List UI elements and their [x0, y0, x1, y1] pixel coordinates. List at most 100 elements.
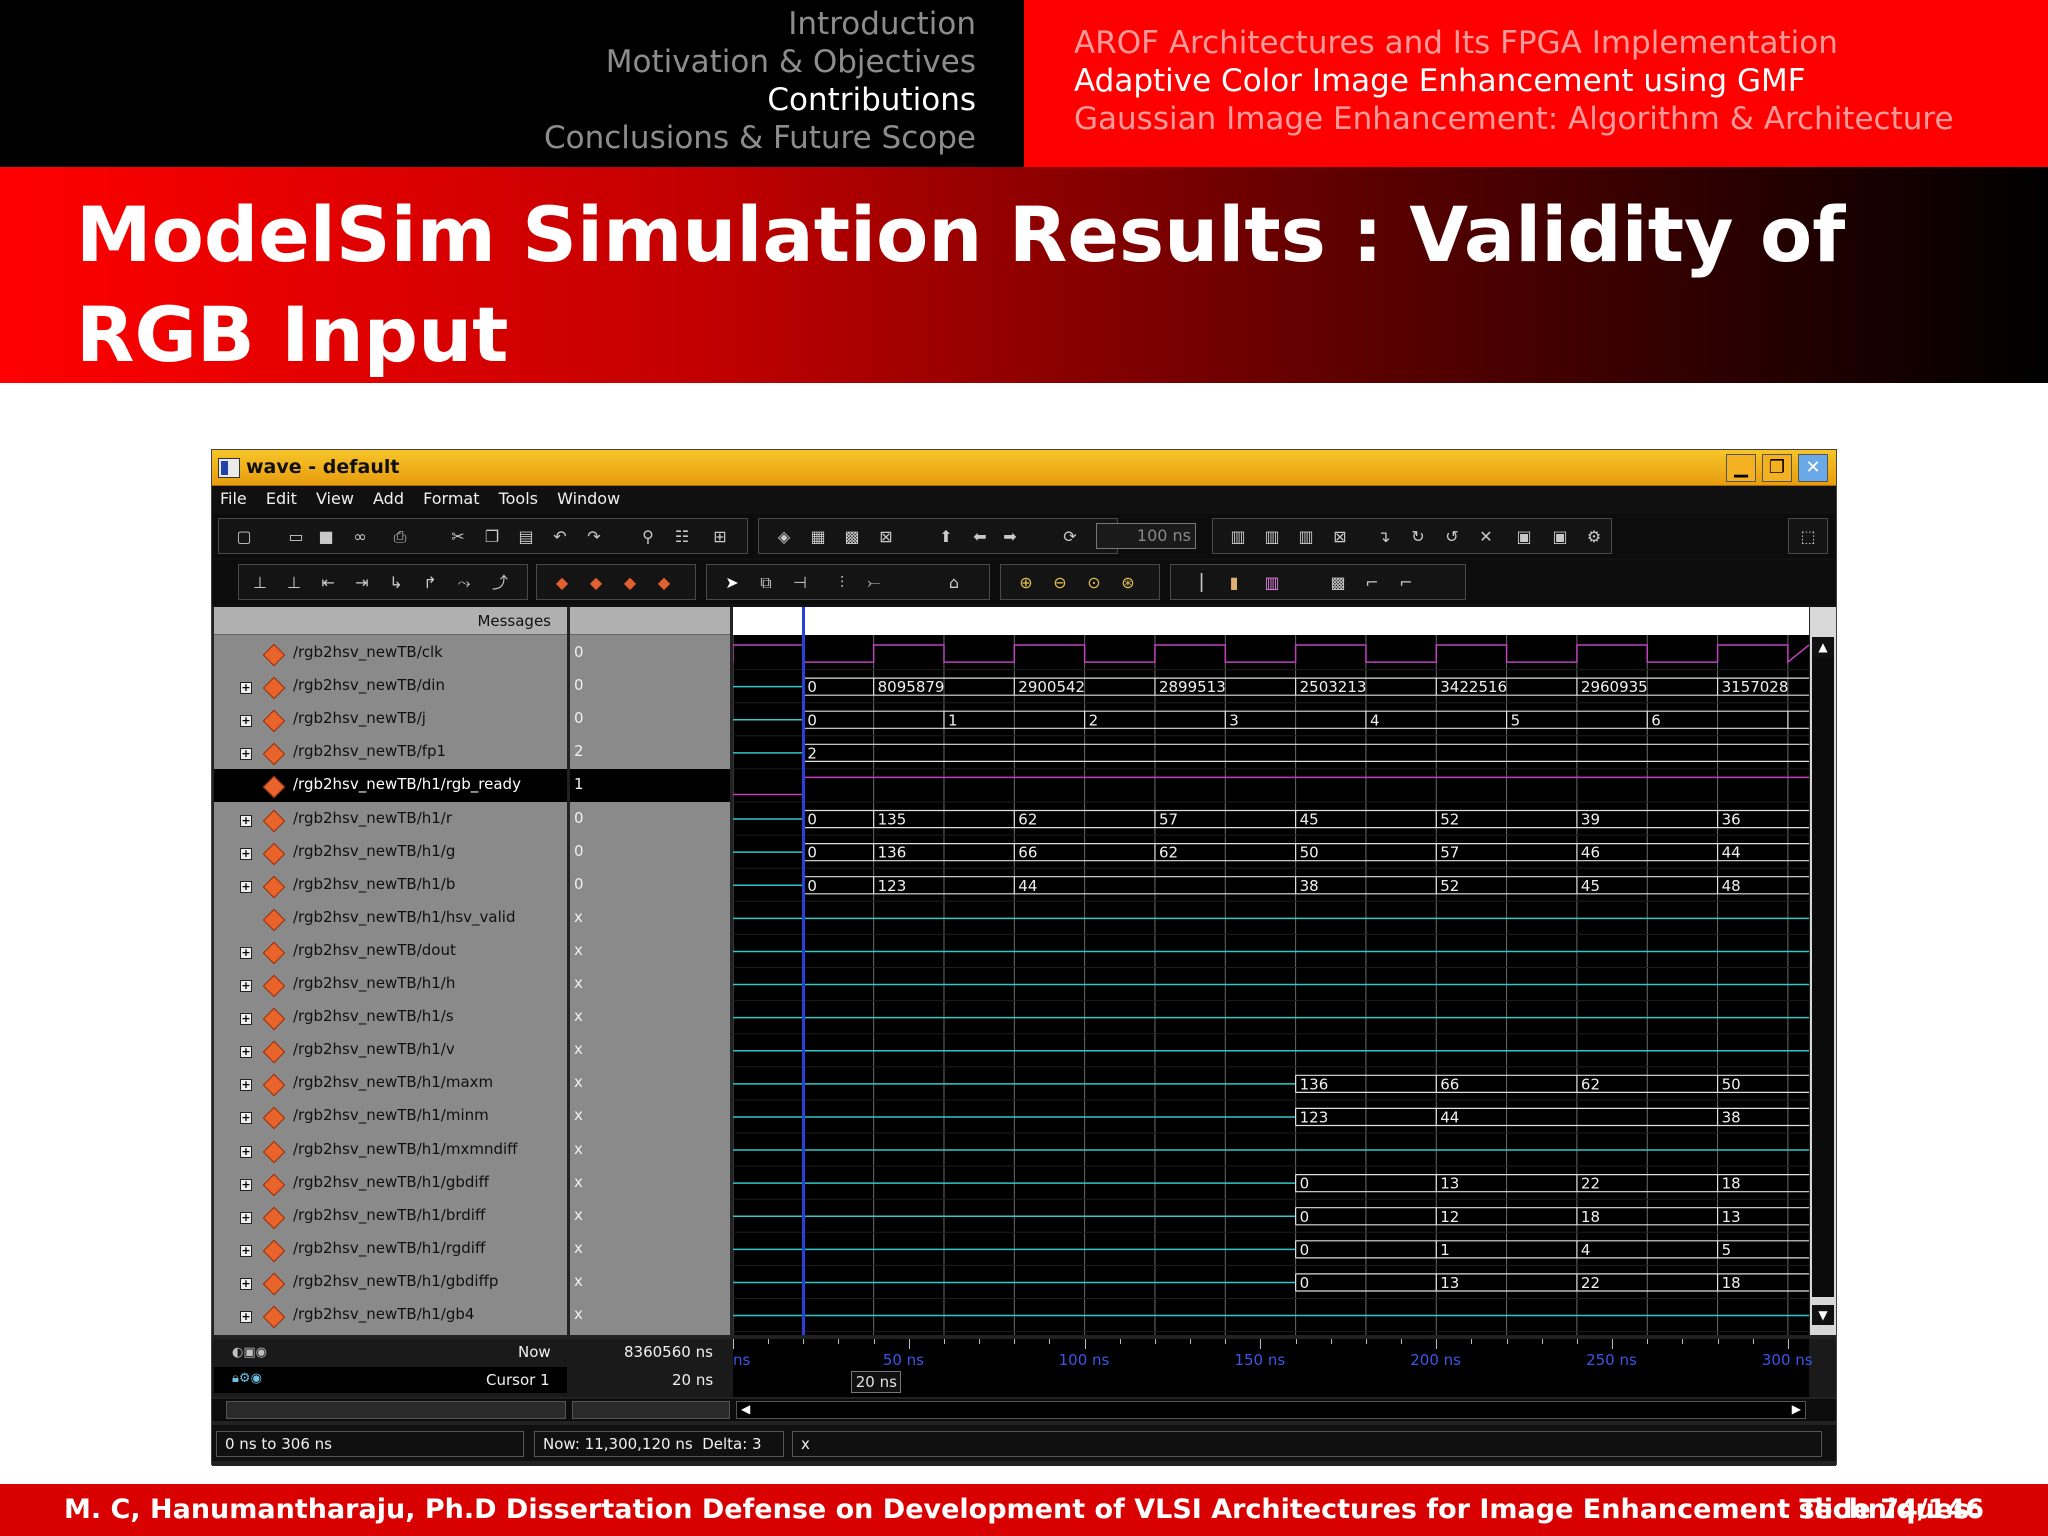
- signal-row[interactable]: + /rgb2hsv_newTB/h1/s: [214, 1001, 567, 1034]
- signal-row[interactable]: + /rgb2hsv_newTB/h1/gbdiff: [214, 1167, 567, 1200]
- signal-value-pane[interactable]: 00021000xxxxxxxxxxxxx: [570, 607, 730, 1335]
- wave-color-icon[interactable]: ▮: [1223, 573, 1245, 593]
- edge-style-alt-icon[interactable]: ⌐: [1395, 573, 1417, 593]
- signal-row[interactable]: + /rgb2hsv_newTB/din: [214, 670, 567, 703]
- grid-icon[interactable]: ▩: [1327, 573, 1349, 593]
- continue-icon[interactable]: ▥: [1261, 527, 1283, 547]
- signal-row[interactable]: + /rgb2hsv_newTB/h1/maxm: [214, 1067, 567, 1100]
- nav-subsection-gmf[interactable]: Adaptive Color Image Enhancement using G…: [1074, 62, 1806, 100]
- window-titlebar[interactable]: wave - default ▁ ❐ ✕: [212, 450, 1836, 486]
- run-icon[interactable]: ▥: [1227, 527, 1249, 547]
- scroll-down-button[interactable]: ▼: [1812, 1305, 1834, 1325]
- properties-icon[interactable]: ⌂: [943, 573, 965, 593]
- select-pointer-icon[interactable]: ➤: [721, 573, 743, 593]
- find-icon[interactable]: ⚲: [637, 527, 659, 547]
- wave-height-icon[interactable]: ▥: [1261, 573, 1283, 593]
- bookmark-next-icon[interactable]: ◆: [653, 573, 675, 593]
- expand-icon[interactable]: +: [240, 1079, 252, 1092]
- bookmark-add-icon[interactable]: ◆: [585, 573, 607, 593]
- nav-subsection-gaussian[interactable]: Gaussian Image Enhancement: Algorithm & …: [1074, 100, 1954, 138]
- dock-icon[interactable]: ⬚: [1797, 527, 1819, 547]
- waveform-canvas[interactable]: 0 8095879 2900542 2899513 2503213 3422516 2960…: [732, 607, 1810, 1335]
- value-pane-hscroll[interactable]: [572, 1401, 730, 1419]
- vertical-scrollbar[interactable]: ▲ ▼: [1810, 607, 1836, 1335]
- forward-arrow-icon[interactable]: ➡: [999, 527, 1021, 547]
- time-ruler[interactable]: 50 ns 100 ns 150 ns 200 ns 250 ns 300 ns ns 2…: [733, 1339, 1813, 1397]
- bookmark-prev-icon[interactable]: ◆: [619, 573, 641, 593]
- compile-icon[interactable]: ◈: [773, 527, 795, 547]
- signal-row[interactable]: + /rgb2hsv_newTB/dout: [214, 935, 567, 968]
- zoom-cursor-icon[interactable]: ⊛: [1117, 573, 1139, 593]
- expand-icon[interactable]: +: [240, 1112, 252, 1125]
- delete-cursor-icon[interactable]: ⊥: [283, 573, 305, 593]
- signal-row[interactable]: + /rgb2hsv_newTB/h1/b: [214, 869, 567, 902]
- expand-icon[interactable]: +: [240, 946, 252, 959]
- expand-icon[interactable]: +: [240, 1178, 252, 1191]
- cursor-time-box[interactable]: 20 ns: [851, 1371, 902, 1393]
- restart-icon[interactable]: ⟳: [1059, 527, 1081, 547]
- signal-row[interactable]: + /rgb2hsv_newTB/h1/v: [214, 1034, 567, 1067]
- signal-row[interactable]: + /rgb2hsv_newTB/h1/r: [214, 803, 567, 836]
- signal-row[interactable]: + /rgb2hsv_newTB/j: [214, 703, 567, 736]
- wave-format-icon[interactable]: ▕: [1185, 573, 1207, 593]
- signal-name-pane[interactable]: Messages /rgb2hsv_newTB/clk + /rgb2hsv_new…: [214, 607, 567, 1335]
- signal-row[interactable]: + /rgb2hsv_newTB/fp1: [214, 736, 567, 769]
- zoom-full-icon[interactable]: ⊙: [1083, 573, 1105, 593]
- open-icon[interactable]: ▭: [285, 527, 307, 547]
- cursor-1-line[interactable]: [802, 607, 806, 1335]
- compile-all-icon[interactable]: ▦: [807, 527, 829, 547]
- close-button[interactable]: ✕: [1798, 454, 1828, 482]
- menu-add[interactable]: Add: [373, 486, 404, 512]
- add-cursor-icon[interactable]: ⊥: [249, 573, 271, 593]
- expand-icon[interactable]: +: [240, 1211, 252, 1224]
- find-edge-icon[interactable]: ⤳: [453, 573, 475, 593]
- wave-pane-hscroll[interactable]: ◀ ▶: [736, 1401, 1806, 1419]
- zoom-in-icon[interactable]: ⊕: [1015, 573, 1037, 593]
- expand-icon[interactable]: +: [240, 1277, 252, 1290]
- signal-row[interactable]: /rgb2hsv_newTB/h1/hsv_valid: [214, 902, 567, 935]
- nav-section-motivation[interactable]: Motivation & Objectives: [606, 43, 976, 81]
- cut-icon[interactable]: ✂: [447, 527, 469, 547]
- scroll-left-icon[interactable]: ◀: [741, 1402, 750, 1416]
- scroll-right-icon[interactable]: ▶: [1792, 1402, 1801, 1416]
- signal-row[interactable]: + /rgb2hsv_newTB/h1/gbdiffp: [214, 1266, 567, 1299]
- expand-icon[interactable]: +: [240, 1244, 252, 1257]
- dataflow-icon[interactable]: ▣: [1513, 527, 1535, 547]
- memory-icon[interactable]: ▣: [1549, 527, 1571, 547]
- break-all-icon[interactable]: ✕: [1475, 527, 1497, 547]
- link-icon[interactable]: ∞: [349, 527, 371, 547]
- signal-row[interactable]: + /rgb2hsv_newTB/h1/g: [214, 836, 567, 869]
- signal-row[interactable]: /rgb2hsv_newTB/clk: [214, 637, 567, 670]
- step-icon[interactable]: ↴: [1373, 527, 1395, 547]
- scroll-up-button[interactable]: ▲: [1812, 637, 1834, 657]
- expand-icon[interactable]: +: [240, 1046, 252, 1059]
- expand-icon[interactable]: +: [240, 1013, 252, 1026]
- new-file-icon[interactable]: ▢: [233, 527, 255, 547]
- zoom-out-icon[interactable]: ⊖: [1049, 573, 1071, 593]
- break-icon[interactable]: ⊠: [875, 527, 897, 547]
- cursor-lock-icon[interactable]: 🔒︎⚙◉: [232, 1371, 262, 1386]
- signal-row[interactable]: + /rgb2hsv_newTB/h1/gb4: [214, 1299, 567, 1332]
- menu-window[interactable]: Window: [557, 486, 620, 512]
- menu-edit[interactable]: Edit: [266, 486, 297, 512]
- next-edge-icon[interactable]: ⇥: [351, 573, 373, 593]
- zoom-mode-icon[interactable]: ⧉: [755, 573, 777, 593]
- waveform-pane[interactable]: 0 8095879 2900542 2899513 2503213 3422516 2960…: [732, 607, 1810, 1335]
- expand-icon[interactable]: +: [240, 980, 252, 992]
- rising-edge-icon[interactable]: ↱: [419, 573, 441, 593]
- undo-icon[interactable]: ↶: [549, 527, 571, 547]
- back-arrow-icon[interactable]: ⬅: [969, 527, 991, 547]
- bookmark-icon[interactable]: ◆: [551, 573, 573, 593]
- nav-section-conclusions[interactable]: Conclusions & Future Scope: [544, 119, 976, 157]
- menu-view[interactable]: View: [316, 486, 354, 512]
- menu-file[interactable]: File: [220, 486, 247, 512]
- expand-icon[interactable]: +: [240, 814, 252, 827]
- falling-edge-icon[interactable]: ↳: [385, 573, 407, 593]
- nav-section-introduction[interactable]: Introduction: [788, 5, 976, 43]
- expand-icon[interactable]: +: [240, 1311, 252, 1323]
- hierarchy-icon[interactable]: ☷: [671, 527, 693, 547]
- signal-row[interactable]: + /rgb2hsv_newTB/h1/mxmndiff: [214, 1134, 567, 1167]
- expand-icon[interactable]: +: [240, 1145, 252, 1158]
- signal-row[interactable]: + /rgb2hsv_newTB/h1/minm: [214, 1100, 567, 1133]
- menu-tools[interactable]: Tools: [499, 486, 538, 512]
